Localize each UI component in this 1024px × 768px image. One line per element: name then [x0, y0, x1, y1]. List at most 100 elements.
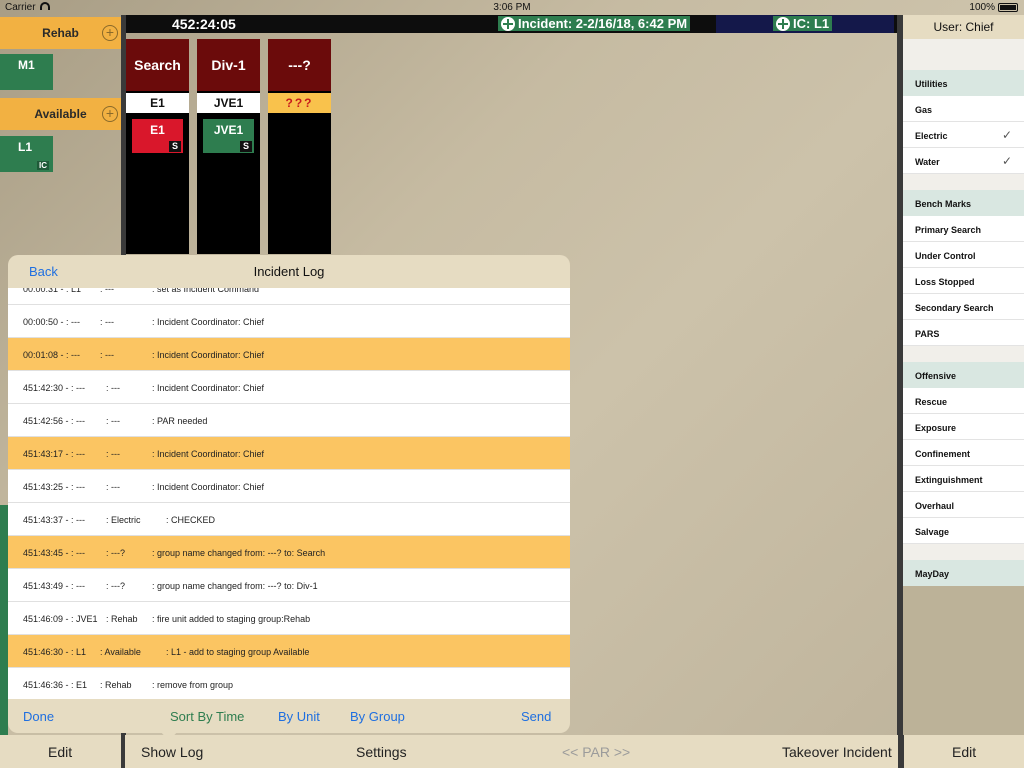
- log-row[interactable]: 451:46:36 - : E1: Rehab: remove from gro…: [8, 668, 570, 699]
- utility-item-electric[interactable]: Electric ✓: [903, 122, 1024, 148]
- log-group: : ---?: [106, 581, 125, 591]
- log-row[interactable]: 451:43:45 - : --- : ---? : group name chan…: [8, 536, 570, 569]
- item-label: Under Control: [915, 251, 976, 261]
- staging-header-available[interactable]: Available +: [0, 98, 121, 130]
- log-msg: : group name changed from: ---? to: Sear…: [152, 548, 326, 558]
- battery-indicator: 100%: [969, 2, 1018, 13]
- unit-tile-l1[interactable]: L1 IC: [0, 136, 53, 172]
- group-column-div1[interactable]: Div-1 JVE1 JVE1 S: [197, 39, 260, 254]
- log-time: 451:43:25 - : ---: [23, 482, 86, 492]
- edit-left-button[interactable]: Edit: [48, 744, 72, 760]
- done-button[interactable]: Done: [23, 709, 54, 724]
- item-label: PARS: [915, 329, 940, 339]
- par-button[interactable]: << PAR >>: [562, 744, 630, 760]
- item-label: Electric: [915, 131, 948, 141]
- offensive-item[interactable]: Rescue: [903, 388, 1024, 414]
- ic-text: IC: L1: [793, 16, 830, 31]
- by-group-button[interactable]: By Group: [350, 709, 405, 724]
- status-time: 3:06 PM: [493, 2, 531, 13]
- log-row[interactable]: 451:46:30 - : L1: Available: L1 - add to…: [8, 635, 570, 668]
- log-time: 451:43:37 - : ---: [23, 515, 86, 525]
- user-label[interactable]: User: Chief: [903, 15, 1024, 39]
- item-label: Secondary Search: [915, 303, 994, 313]
- item-label: Salvage: [915, 527, 950, 537]
- benchmark-item[interactable]: Secondary Search: [903, 294, 1024, 320]
- log-row[interactable]: 00:00:31 - : L1: ---: set as Incident Co…: [8, 288, 570, 305]
- log-group: : Rehab: [106, 614, 138, 624]
- utility-item-gas[interactable]: Gas: [903, 96, 1024, 122]
- log-msg: : fire unit added to staging group:Rehab: [152, 614, 311, 624]
- add-circle-icon: [776, 16, 790, 31]
- toolbar-divider: [898, 735, 904, 768]
- log-row[interactable]: 00:01:08 - : ---: ---: Incident Coordina…: [8, 338, 570, 371]
- benchmark-item[interactable]: PARS: [903, 320, 1024, 346]
- log-msg: : CHECKED: [166, 515, 216, 525]
- item-label: Rescue: [915, 397, 948, 407]
- show-log-button[interactable]: Show Log: [141, 744, 203, 760]
- benchmark-item[interactable]: Loss Stopped: [903, 268, 1024, 294]
- group-header[interactable]: Search: [126, 39, 189, 91]
- group-unit-tile[interactable]: E1 S: [131, 118, 184, 154]
- mayday-button[interactable]: MayDay: [903, 560, 1024, 586]
- incident-commander[interactable]: IC: L1: [773, 16, 833, 31]
- by-unit-button[interactable]: By Unit: [278, 709, 320, 724]
- log-row[interactable]: 00:00:50 - : ---: ---: Incident Coordina…: [8, 305, 570, 338]
- incident-clock: 452:24:05: [172, 16, 236, 32]
- offensive-item[interactable]: Overhaul: [903, 492, 1024, 518]
- log-row[interactable]: 451:43:17 - : ---: ---: Incident Coordin…: [8, 437, 570, 470]
- staging-header-rehab[interactable]: Rehab +: [0, 17, 121, 49]
- status-bar: Carrier 3:06 PM 100%: [0, 0, 1024, 15]
- section-gap: [903, 544, 1024, 560]
- offensive-item[interactable]: Confinement: [903, 440, 1024, 466]
- log-msg: : L1 - add to staging group Available: [166, 647, 310, 657]
- checkmark-icon: ✓: [1001, 128, 1012, 142]
- unit-tile-m1[interactable]: M1: [0, 54, 53, 90]
- log-row[interactable]: 451:42:56 - : ---: ---: PAR needed: [8, 404, 570, 437]
- item-label: Gas: [915, 105, 933, 115]
- group-unit-tile[interactable]: JVE1 S: [202, 118, 255, 154]
- log-time: 451:43:45 - : ---: [23, 548, 86, 558]
- log-msg: : group name changed from: ---? to: Div-…: [152, 581, 318, 591]
- group-header[interactable]: ---?: [268, 39, 331, 91]
- utility-item-water[interactable]: Water ✓: [903, 148, 1024, 174]
- toolbar-divider: [121, 735, 125, 768]
- benchmark-item[interactable]: Under Control: [903, 242, 1024, 268]
- section-header-benchmarks: Bench Marks: [903, 190, 1024, 216]
- log-row[interactable]: 451:46:09 - : JVE1: Rehab: fire unit add…: [8, 602, 570, 635]
- offensive-item[interactable]: Extinguishment: [903, 466, 1024, 492]
- log-msg: : remove from group: [152, 680, 234, 690]
- group-supervisor: JVE1: [197, 93, 260, 113]
- sort-by-time-button[interactable]: Sort By Time: [170, 709, 244, 724]
- offensive-item[interactable]: Exposure: [903, 414, 1024, 440]
- group-column-unnamed[interactable]: ---? ???: [268, 39, 331, 254]
- edit-right-button[interactable]: Edit: [952, 744, 976, 760]
- bottom-toolbar: Edit Show Log Settings << PAR >> Takeove…: [0, 735, 1024, 768]
- item-label: Primary Search: [915, 225, 982, 235]
- add-plus-icon[interactable]: +: [102, 25, 118, 41]
- log-group: : Electric: [106, 515, 141, 525]
- incident-log-list[interactable]: 00:00:31 - : L1: ---: set as Incident Co…: [8, 288, 570, 699]
- offensive-item[interactable]: Salvage: [903, 518, 1024, 544]
- benchmark-item[interactable]: Primary Search: [903, 216, 1024, 242]
- takeover-incident-button[interactable]: Takeover Incident: [782, 744, 892, 760]
- group-column-search[interactable]: Search E1 E1 S: [126, 39, 189, 254]
- add-plus-icon[interactable]: +: [102, 106, 118, 122]
- send-button[interactable]: Send: [521, 709, 551, 724]
- log-group: : ---?: [106, 548, 125, 558]
- log-row[interactable]: 451:42:30 - : ---: ---: Incident Coordin…: [8, 371, 570, 404]
- log-row[interactable]: 451:43:49 - : ---: ---?: group name chan…: [8, 569, 570, 602]
- incident-text: Incident: 2-2/16/18, 6:42 PM: [518, 16, 688, 31]
- log-msg: : Incident Coordinator: Chief: [152, 449, 265, 459]
- incident-title[interactable]: Incident: 2-2/16/18, 6:42 PM: [498, 16, 691, 31]
- staging-label-rehab: Rehab: [42, 26, 79, 40]
- item-label: Water: [915, 157, 940, 167]
- log-group: : ---: [100, 317, 114, 327]
- log-msg: : set as Incident Command: [152, 288, 260, 294]
- log-row[interactable]: 451:43:37 - : --- : Electric : CHECKED: [8, 503, 570, 536]
- battery-percent: 100%: [969, 2, 995, 13]
- item-label: Extinguishment: [915, 475, 983, 485]
- incident-top-bar: 452:24:05 Incident: 2-2/16/18, 6:42 PM I…: [126, 15, 897, 33]
- group-header[interactable]: Div-1: [197, 39, 260, 91]
- log-row[interactable]: 451:43:25 - : ---: ---: Incident Coordin…: [8, 470, 570, 503]
- settings-button[interactable]: Settings: [356, 744, 407, 760]
